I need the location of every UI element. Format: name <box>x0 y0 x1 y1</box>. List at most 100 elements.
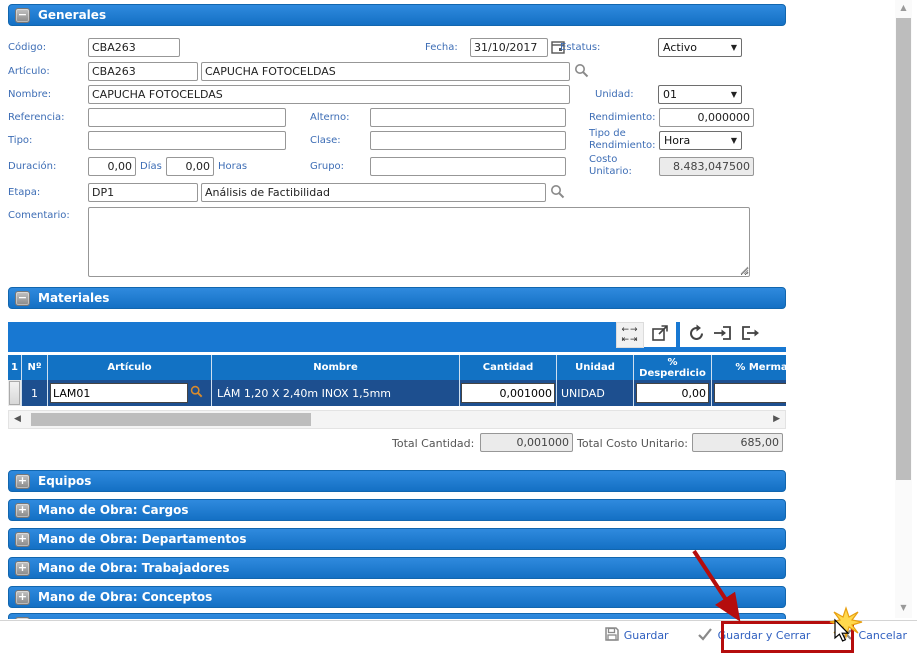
tipo-rendimiento-select[interactable]: Hora▼ <box>659 131 742 150</box>
table-row[interactable]: 1 LÁM 1,20 X 2,40m INOX 1,5mm UNIDAD <box>8 380 786 406</box>
alterno-label: Alterno: <box>310 112 349 123</box>
articulo-code-input[interactable] <box>88 62 198 81</box>
form-scroll-area: − Generales Código: Fecha: Estatus: Acti… <box>0 0 893 619</box>
expand-plus-icon[interactable]: + <box>15 561 30 576</box>
section-header-partial[interactable]: + <box>8 613 786 619</box>
row-cantidad-input[interactable] <box>461 383 555 403</box>
estatus-select[interactable]: Activo▼ <box>658 38 742 57</box>
section-header-generales[interactable]: − Generales <box>8 4 786 26</box>
collapse-minus-icon[interactable]: − <box>15 8 30 23</box>
check-icon <box>697 627 713 644</box>
expand-plus-icon[interactable]: + <box>15 503 30 518</box>
articulo-name-input[interactable] <box>201 62 570 81</box>
codigo-input[interactable] <box>88 38 180 57</box>
row-selector[interactable] <box>9 381 20 405</box>
row-desperdicio-input[interactable] <box>636 383 709 403</box>
scroll-up-icon[interactable]: ▲ <box>895 3 912 12</box>
col-header-desperdicio[interactable]: % Desperdicio <box>634 355 712 380</box>
section-header-mo-departamentos[interactable]: + Mano de Obra: Departamentos <box>8 528 786 550</box>
total-costo-input <box>692 433 783 452</box>
x-icon <box>840 628 853 644</box>
referencia-input[interactable] <box>88 108 286 127</box>
nombre-input[interactable] <box>88 85 570 104</box>
costo-unitario-input <box>659 157 754 176</box>
referencia-label: Referencia: <box>8 112 64 123</box>
section-header-materiales[interactable]: − Materiales <box>8 287 786 309</box>
nombre-label: Nombre: <box>8 89 51 100</box>
row-merma-input[interactable] <box>714 383 786 403</box>
row-unidad: UNIDAD <box>557 380 634 406</box>
articulo-label: Artículo: <box>8 66 50 77</box>
tipo-input[interactable] <box>88 131 286 150</box>
scroll-right-icon[interactable]: ▶ <box>773 414 780 424</box>
etapa-label: Etapa: <box>8 187 40 198</box>
section-title: Mano de Obra: Conceptos <box>38 590 212 604</box>
open-window-icon[interactable] <box>651 324 669 345</box>
row-articulo-input[interactable] <box>50 383 188 403</box>
rendimiento-label: Rendimiento: <box>589 112 656 123</box>
guardar-cerrar-button[interactable]: Guardar y Cerrar <box>697 627 811 644</box>
estatus-label: Estatus: <box>560 42 600 53</box>
guardar-button[interactable]: Guardar <box>605 627 669 644</box>
section-header-mo-conceptos[interactable]: + Mano de Obra: Conceptos <box>8 586 786 608</box>
col-header-articulo[interactable]: Artículo <box>48 355 212 380</box>
total-cantidad-input <box>480 433 573 452</box>
section-header-mo-trabajadores[interactable]: + Mano de Obra: Trabajadores <box>8 557 786 579</box>
import-icon[interactable] <box>713 324 733 345</box>
unidad-select[interactable]: 01▼ <box>658 85 742 104</box>
resize-grip-icon[interactable] <box>740 266 749 275</box>
chevron-down-icon: ▼ <box>731 136 737 145</box>
section-title: Equipos <box>38 474 91 488</box>
comentario-textarea[interactable] <box>88 207 750 277</box>
etapa-magnifier-icon[interactable] <box>550 184 565 199</box>
vertical-scrollbar[interactable]: ▲ ▼ <box>895 0 912 618</box>
col-header-nombre[interactable]: Nombre <box>212 355 460 380</box>
cancelar-button[interactable]: Cancelar <box>840 628 907 644</box>
alterno-input[interactable] <box>370 108 566 127</box>
duracion-horas-input[interactable] <box>166 157 214 176</box>
row-num: 1 <box>22 380 48 406</box>
col-header-merma[interactable]: % Merma <box>712 355 786 380</box>
col-header-cantidad[interactable]: Cantidad <box>460 355 557 380</box>
grid-toolbar-icons: ←→⇤⇥ <box>616 322 786 347</box>
grupo-input[interactable] <box>370 157 566 176</box>
section-title: Materiales <box>38 291 109 305</box>
dias-label: Días <box>140 161 162 172</box>
toolbar-divider <box>676 322 680 348</box>
row-magnifier-icon[interactable] <box>190 385 203 401</box>
etapa-code-input[interactable] <box>88 183 198 202</box>
expand-plus-icon[interactable]: + <box>15 617 30 620</box>
section-header-equipos[interactable]: + Equipos <box>8 470 786 492</box>
vscroll-thumb[interactable] <box>896 18 911 480</box>
grupo-label: Grupo: <box>310 161 344 172</box>
duracion-dias-input[interactable] <box>88 157 136 176</box>
articulo-magnifier-icon[interactable] <box>574 63 589 78</box>
etapa-name-input[interactable] <box>201 183 546 202</box>
expand-plus-icon[interactable]: + <box>15 532 30 547</box>
column-fit-icon[interactable]: ←→⇤⇥ <box>616 322 644 348</box>
clase-input[interactable] <box>370 131 566 150</box>
section-header-mo-cargos[interactable]: + Mano de Obra: Cargos <box>8 499 786 521</box>
section-title: Mano de Obra: Departamentos <box>38 532 247 546</box>
expand-plus-icon[interactable]: + <box>15 590 30 605</box>
export-icon[interactable] <box>740 324 760 345</box>
total-cantidad-label: Total Cantidad: <box>392 437 474 450</box>
section-title: Generales <box>38 8 106 22</box>
scroll-left-icon[interactable]: ◀ <box>14 414 21 424</box>
horizontal-scrollbar[interactable]: ◀ ▶ <box>8 410 786 429</box>
expand-plus-icon[interactable]: + <box>15 474 30 489</box>
rendimiento-input[interactable] <box>659 108 754 127</box>
clase-label: Clase: <box>310 135 341 146</box>
col-header-num[interactable]: Nº <box>22 355 48 380</box>
tipo-rendimiento-label: Tipo de Rendimiento: <box>589 128 653 151</box>
col-header-unidad[interactable]: Unidad <box>557 355 634 380</box>
refresh-icon[interactable] <box>687 324 706 346</box>
scroll-down-icon[interactable]: ▼ <box>895 603 912 612</box>
total-costo-label: Total Costo Unitario: <box>577 437 688 450</box>
comentario-label: Comentario: <box>8 210 70 221</box>
col-header-select[interactable]: 1 <box>8 355 22 380</box>
collapse-minus-icon[interactable]: − <box>15 291 30 306</box>
fecha-input[interactable] <box>470 38 548 57</box>
section-title: Mano de Obra: Cargos <box>38 503 189 517</box>
hscroll-thumb[interactable] <box>31 413 311 426</box>
